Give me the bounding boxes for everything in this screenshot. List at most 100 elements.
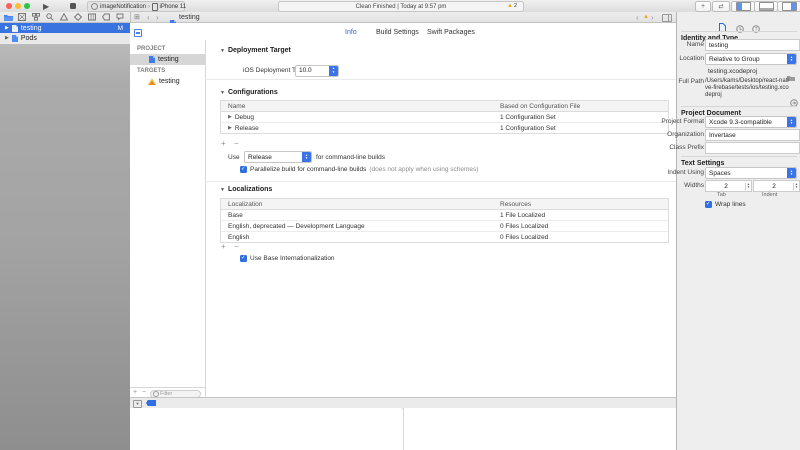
location-select[interactable]: Relative to Group bbox=[705, 53, 797, 65]
navigator-panel-icon bbox=[736, 2, 751, 11]
column-header-based-on[interactable]: Based on Configuration File bbox=[500, 103, 668, 110]
library-add-button[interactable]: + bbox=[695, 1, 711, 12]
checkbox-checked-icon[interactable] bbox=[240, 255, 247, 262]
active-tab-label[interactable]: testing bbox=[179, 14, 200, 21]
toggle-navigator-button[interactable] bbox=[731, 1, 755, 12]
issue-navigator-icon[interactable] bbox=[59, 13, 69, 21]
tab-overview-icon[interactable]: ⊞ bbox=[134, 13, 140, 21]
add-editor-icon[interactable] bbox=[662, 14, 672, 22]
disclosure-icon[interactable]: ▶ bbox=[5, 35, 9, 41]
stepper-arrows-icon[interactable] bbox=[745, 183, 751, 190]
disclosure-icon[interactable]: ▶ bbox=[228, 125, 232, 131]
column-header-localization[interactable]: Localization bbox=[221, 201, 500, 208]
configurations-section[interactable]: ▼Configurations bbox=[220, 89, 278, 96]
table-row[interactable]: English 0 Files Localized bbox=[221, 232, 668, 242]
hide-debug-area-icon[interactable]: ▼ bbox=[133, 400, 142, 408]
test-navigator-icon[interactable] bbox=[73, 13, 83, 21]
indent-caption: Indent bbox=[762, 192, 777, 198]
tab-info[interactable]: Info bbox=[345, 29, 357, 36]
back-chevron-icon[interactable]: ‹ bbox=[147, 13, 150, 22]
source-control-navigator-icon[interactable] bbox=[17, 13, 27, 21]
section-disclosure-icon[interactable]: ▼ bbox=[220, 187, 225, 193]
reveal-arrow-icon[interactable] bbox=[790, 94, 798, 112]
project-format-select[interactable]: Xcode 9.3-compatible bbox=[705, 116, 797, 128]
find-navigator-icon[interactable] bbox=[45, 13, 55, 21]
warning-count-badge[interactable]: ▲ 2 bbox=[507, 3, 517, 9]
disclosure-icon[interactable]: ▶ bbox=[228, 114, 232, 120]
related-items-icon[interactable] bbox=[134, 29, 142, 37]
quick-help-inspector-icon[interactable]: ? bbox=[752, 20, 760, 38]
tab-build-settings[interactable]: Build Settings bbox=[376, 29, 419, 36]
selected-value: 10.0 bbox=[296, 66, 329, 76]
next-issue-icon[interactable]: › bbox=[651, 13, 654, 22]
tab-width-stepper[interactable]: 2 bbox=[705, 180, 752, 192]
previous-issue-icon[interactable]: ‹ bbox=[636, 13, 639, 22]
minimize-window-button[interactable] bbox=[15, 3, 21, 9]
parallelize-checkbox-row[interactable]: Parallelize build for command-line build… bbox=[240, 166, 478, 173]
variables-view[interactable] bbox=[130, 408, 402, 450]
localizations-section[interactable]: ▼Localizations bbox=[220, 186, 272, 193]
section-disclosure-icon[interactable]: ▼ bbox=[220, 48, 225, 54]
sidebar-target-item[interactable]: A testing bbox=[130, 76, 205, 87]
run-button[interactable]: ▶ bbox=[43, 2, 49, 11]
table-row[interactable]: English, deprecated — Development Langua… bbox=[221, 221, 668, 232]
navigator-item-label: testing bbox=[21, 25, 42, 32]
add-configuration-button[interactable]: + bbox=[221, 140, 226, 148]
navigator-row-testing[interactable]: ▶ testing M bbox=[0, 23, 130, 33]
status-message: Clean Finished | Today at 9:57 pm bbox=[356, 4, 447, 10]
disclosure-icon[interactable]: ▶ bbox=[5, 25, 9, 31]
checkbox-checked-icon[interactable] bbox=[705, 201, 712, 208]
close-window-button[interactable] bbox=[6, 3, 12, 9]
base-internationalization-row[interactable]: Use Base Internationalization bbox=[240, 255, 335, 262]
indent-width-stepper[interactable]: 2 bbox=[753, 180, 800, 192]
table-row[interactable]: ▶Release 1 Configuration Set bbox=[221, 123, 668, 133]
organization-field[interactable]: Invertase bbox=[705, 129, 800, 141]
checkbox-checked-icon[interactable] bbox=[240, 166, 247, 173]
breakpoints-toggle-icon[interactable] bbox=[146, 400, 156, 406]
symbol-navigator-icon[interactable] bbox=[31, 13, 41, 21]
forward-chevron-icon[interactable]: › bbox=[156, 13, 159, 22]
deployment-target-section[interactable]: ▼Deployment Target bbox=[220, 47, 291, 54]
navigator-row-pods[interactable]: ▶ Pods bbox=[0, 33, 130, 43]
dropdown-arrows-icon bbox=[787, 54, 796, 64]
editor-arrows-button[interactable]: ⇄ bbox=[712, 1, 730, 12]
sidebar-project-item[interactable]: testing bbox=[130, 54, 205, 65]
remove-configuration-button[interactable]: − bbox=[234, 140, 239, 148]
column-header-resources[interactable]: Resources bbox=[500, 201, 668, 208]
console-view[interactable] bbox=[403, 408, 677, 450]
scheme-selector[interactable]: imageNotification › iPhone 11 bbox=[87, 1, 185, 12]
toggle-inspector-button[interactable] bbox=[777, 1, 800, 12]
selected-value: Relative to Group bbox=[706, 54, 787, 64]
toggle-debug-area-button[interactable] bbox=[754, 1, 778, 12]
stepper-arrows-icon[interactable] bbox=[793, 183, 799, 190]
issue-warning-icon[interactable]: ▲ bbox=[643, 14, 649, 20]
wrap-lines-row[interactable]: Wrap lines bbox=[705, 201, 746, 208]
remove-item-button[interactable]: − bbox=[142, 389, 146, 397]
section-disclosure-icon[interactable]: ▼ bbox=[220, 90, 225, 96]
debug-navigator-icon[interactable] bbox=[87, 13, 97, 21]
project-editor: PROJECT testing TARGETS A testing ▼Deplo… bbox=[130, 40, 676, 387]
command-line-config-select[interactable]: Release bbox=[244, 151, 312, 163]
add-item-button[interactable]: + bbox=[133, 389, 137, 397]
config-value: 1 Configuration Set bbox=[500, 125, 668, 132]
editor-jump-bar: Info Build Settings Swift Packages bbox=[130, 23, 676, 41]
class-prefix-field[interactable] bbox=[705, 142, 800, 154]
report-navigator-icon[interactable] bbox=[115, 13, 125, 21]
ios-deployment-target-select[interactable]: 10.0 bbox=[295, 65, 339, 77]
table-row[interactable]: ▶Debug 1 Configuration Set bbox=[221, 112, 668, 123]
wrap-lines-label: Wrap lines bbox=[715, 201, 746, 208]
project-navigator-icon[interactable] bbox=[3, 13, 13, 21]
breakpoint-navigator-icon[interactable] bbox=[101, 13, 111, 21]
name-field[interactable]: testing bbox=[705, 39, 800, 51]
add-localization-button[interactable]: + bbox=[221, 243, 226, 251]
tab-swift-packages[interactable]: Swift Packages bbox=[427, 29, 475, 36]
selected-value: Xcode 9.3-compatible bbox=[706, 117, 787, 127]
zoom-window-button[interactable] bbox=[24, 3, 30, 9]
remove-localization-button[interactable]: − bbox=[234, 243, 239, 251]
localizations-table: Localization Resources Base 1 File Local… bbox=[220, 198, 669, 243]
class-prefix-label: Class Prefix bbox=[644, 144, 704, 151]
column-header-name[interactable]: Name bbox=[221, 103, 500, 110]
stop-button[interactable] bbox=[70, 3, 76, 9]
table-row[interactable]: Base 1 File Localized bbox=[221, 210, 668, 221]
indent-using-select[interactable]: Spaces bbox=[705, 167, 797, 179]
